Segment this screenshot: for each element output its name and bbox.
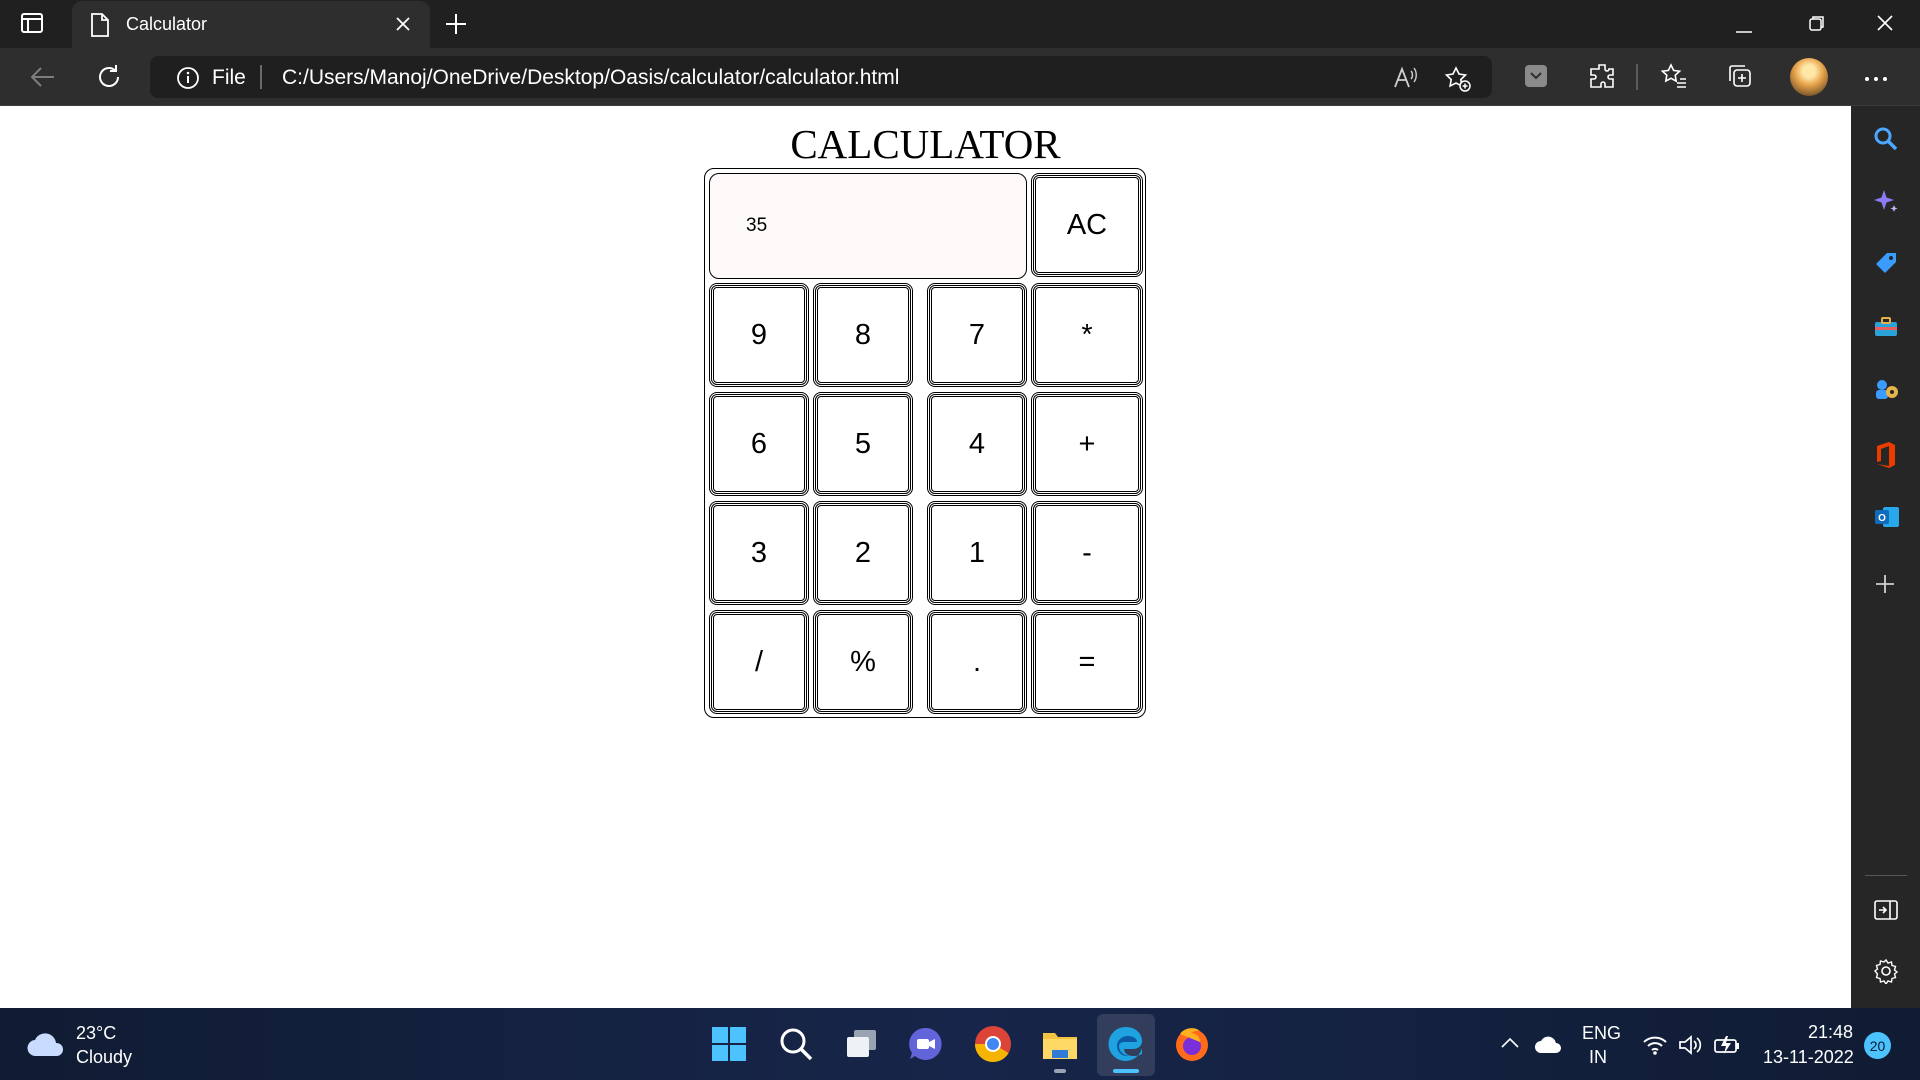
tab-strip: Calculator (0, 0, 1920, 48)
explorer-running-indicator (1054, 1069, 1066, 1073)
battery-charging-icon[interactable] (1713, 1034, 1741, 1061)
add-sidebar-app-icon[interactable] (1873, 572, 1897, 601)
chrome-icon[interactable] (973, 1024, 1013, 1064)
key-6-button[interactable]: 6 (709, 392, 809, 496)
close-tab-icon[interactable] (394, 15, 412, 38)
page-content: CALCULATOR 35 AC 9 8 7 * 6 5 4 + 3 2 1 -… (0, 106, 1851, 1008)
tab-actions-icon[interactable] (20, 11, 50, 37)
windows-taskbar: 23°C Cloudy ENG IN 21:48 13-11-2022 20 (0, 1008, 1920, 1080)
profile-avatar[interactable] (1790, 58, 1828, 96)
games-icon[interactable] (1873, 377, 1899, 408)
new-tab-icon[interactable] (444, 12, 468, 41)
file-explorer-icon[interactable] (1040, 1024, 1080, 1064)
favorites-icon[interactable] (1660, 62, 1688, 95)
clock-date[interactable]: 13-11-2022 (1763, 1047, 1854, 1068)
key-9-button[interactable]: 9 (709, 283, 809, 387)
key-5-button[interactable]: 5 (813, 392, 913, 496)
volume-icon[interactable] (1677, 1034, 1703, 1061)
weather-condition[interactable]: Cloudy (76, 1047, 132, 1068)
key-3-button[interactable]: 3 (709, 501, 809, 605)
language-indicator[interactable]: ENG (1582, 1023, 1621, 1044)
show-hidden-icons-chevron-icon[interactable] (1500, 1036, 1520, 1055)
key-7-button[interactable]: 7 (927, 283, 1027, 387)
clock-time[interactable]: 21:48 (1808, 1022, 1853, 1043)
address-bar[interactable]: File C:/Users/Manoj/OneDrive/Desktop/Oas… (150, 56, 1492, 98)
read-aloud-icon[interactable] (1392, 65, 1418, 96)
collections-icon[interactable] (1726, 62, 1754, 95)
extensions-icon[interactable] (1588, 62, 1616, 95)
office-icon[interactable] (1873, 440, 1899, 475)
key-1-button[interactable]: 1 (927, 501, 1027, 605)
add-button[interactable]: + (1031, 392, 1143, 496)
cloud-weather-icon[interactable] (26, 1030, 66, 1063)
key-4-button[interactable]: 4 (927, 392, 1027, 496)
page-document-icon (90, 13, 110, 42)
task-view-icon[interactable] (842, 1024, 882, 1064)
toolbar-separator (1636, 64, 1638, 90)
calculator-panel: 35 AC 9 8 7 * 6 5 4 + 3 2 1 - / % . = (704, 168, 1146, 718)
edge-icon[interactable] (1106, 1024, 1146, 1064)
edge-sidebar: O (1851, 106, 1920, 1008)
page-title: CALCULATOR (790, 121, 1061, 167)
sidebar-settings-gear-icon[interactable] (1873, 958, 1899, 989)
firefox-icon[interactable] (1172, 1024, 1212, 1064)
display-value: 35 (746, 215, 768, 236)
address-scheme: File (212, 66, 246, 89)
restore-icon[interactable] (1808, 14, 1826, 37)
windows-start-icon[interactable] (709, 1024, 749, 1064)
wifi-icon[interactable] (1642, 1034, 1668, 1061)
clear-button[interactable]: AC (1031, 173, 1143, 277)
region-indicator[interactable]: IN (1589, 1047, 1607, 1068)
key-8-button[interactable]: 8 (813, 283, 913, 387)
onedrive-cloud-icon[interactable] (1534, 1036, 1562, 1059)
teams-chat-icon[interactable] (906, 1024, 946, 1064)
decimal-button[interactable]: . (927, 610, 1027, 714)
tools-toolbox-icon[interactable] (1873, 314, 1899, 345)
close-window-icon[interactable] (1876, 14, 1894, 37)
shopping-tag-icon[interactable] (1873, 251, 1899, 282)
outlook-icon[interactable]: O (1873, 503, 1901, 536)
tab-calculator[interactable]: Calculator (72, 1, 430, 48)
multiply-button[interactable]: * (1031, 283, 1143, 387)
tab-title: Calculator (126, 14, 208, 34)
discover-sparkle-icon[interactable] (1873, 188, 1899, 219)
minimize-icon[interactable] (1736, 22, 1752, 40)
hide-sidebar-icon[interactable] (1873, 898, 1899, 927)
notification-count-badge[interactable]: 20 (1864, 1032, 1891, 1059)
browser-toolbar: File C:/Users/Manoj/OneDrive/Desktop/Oas… (0, 48, 1920, 106)
percent-button[interactable]: % (813, 610, 913, 714)
address-url[interactable]: C:/Users/Manoj/OneDrive/Desktop/Oasis/ca… (282, 66, 899, 90)
site-info-icon[interactable] (176, 66, 200, 95)
add-favorite-icon[interactable] (1444, 65, 1472, 98)
address-separator (260, 65, 262, 89)
key-2-button[interactable]: 2 (813, 501, 913, 605)
sidebar-divider (1865, 875, 1907, 876)
divide-button[interactable]: / (709, 610, 809, 714)
pocket-icon[interactable] (1522, 62, 1550, 95)
equals-button[interactable]: = (1031, 610, 1143, 714)
weather-temperature[interactable]: 23°C (76, 1023, 116, 1044)
back-icon[interactable] (28, 62, 58, 97)
taskbar-search-icon[interactable] (776, 1024, 816, 1064)
more-options-icon[interactable] (1864, 70, 1888, 88)
refresh-icon[interactable] (94, 62, 124, 97)
edge-running-indicator (1113, 1069, 1139, 1073)
search-icon[interactable] (1873, 126, 1899, 157)
svg-text:O: O (1878, 513, 1886, 524)
subtract-button[interactable]: - (1031, 501, 1143, 605)
calculator-display[interactable]: 35 (709, 173, 1027, 279)
